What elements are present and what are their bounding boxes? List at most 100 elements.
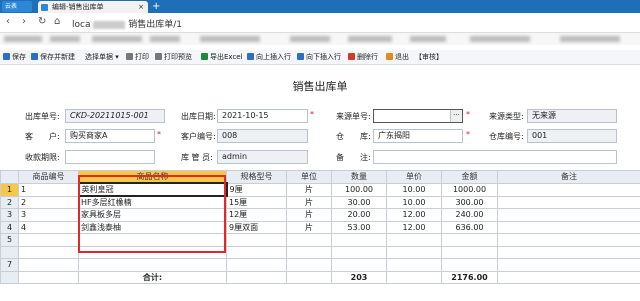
table-row[interactable]: 7: [0, 258, 640, 272]
cell-amount[interactable]: 1000.00: [441, 182, 498, 197]
cell-code[interactable]: [18, 258, 79, 272]
back-arrow-icon[interactable]: ‹: [6, 16, 10, 27]
cell-name[interactable]: 剑鑫浅泰柚: [78, 220, 227, 234]
warehouse-no-field[interactable]: 001: [527, 129, 617, 143]
cell-price[interactable]: [386, 258, 442, 272]
cell-remark[interactable]: [497, 245, 640, 259]
cell-qty[interactable]: 53.00: [331, 220, 387, 234]
tab-close-icon[interactable]: ×: [138, 1, 144, 13]
deadline-field[interactable]: [65, 150, 155, 164]
cell-remark[interactable]: [497, 220, 640, 234]
source-type-field[interactable]: 无来源: [527, 109, 617, 123]
cell-remark[interactable]: [497, 258, 640, 272]
cell-qty[interactable]: 20.00: [331, 208, 387, 222]
warehouse-field[interactable]: 广东揭阳: [373, 129, 463, 143]
cell-price[interactable]: 12.00: [386, 208, 442, 222]
col-header-price[interactable]: 单价: [386, 170, 442, 184]
cell-unit[interactable]: [286, 245, 332, 259]
select-document-dropdown[interactable]: 选择单据 ▾: [85, 52, 119, 63]
cell-amount[interactable]: [441, 245, 498, 259]
table-row[interactable]: 2 2 HF多层红橡楠 15厘 片 30.00 10.00 300.00: [0, 195, 640, 209]
cell-amount[interactable]: 300.00: [441, 195, 498, 209]
cell-code[interactable]: 4: [18, 220, 79, 234]
date-field[interactable]: 2021-10-15: [217, 109, 308, 123]
bookmark-item[interactable]: [290, 36, 330, 42]
cell-price[interactable]: [386, 245, 442, 259]
cell-price[interactable]: [386, 233, 442, 247]
cell-spec[interactable]: [226, 258, 287, 272]
doc-no-field[interactable]: CKD-20211015-001: [65, 109, 165, 123]
save-and-new-button[interactable]: 保存并新建: [31, 52, 75, 63]
table-row[interactable]: 1 1 英利皇冠 9厘 片 100.00 10.00 1000.00: [0, 182, 640, 197]
cell-unit[interactable]: 片: [286, 182, 332, 197]
app-logo[interactable]: 云表: [2, 1, 32, 12]
cell-remark[interactable]: [497, 195, 640, 209]
cell-name[interactable]: HF多层红橡楠: [78, 195, 227, 209]
cell-remark[interactable]: [497, 233, 640, 247]
cell-spec[interactable]: 12厘: [226, 208, 287, 222]
insert-row-above-button[interactable]: 向上插入行: [247, 52, 291, 63]
cell-qty[interactable]: [331, 258, 387, 272]
export-excel-button[interactable]: 导出Excel: [201, 52, 243, 63]
cell-amount[interactable]: 636.00: [441, 220, 498, 234]
cell-amount[interactable]: [441, 233, 498, 247]
col-header-name[interactable]: 商品名称: [78, 170, 227, 184]
cell-spec[interactable]: 9厘: [226, 182, 287, 197]
bookmark-item[interactable]: [560, 36, 620, 42]
home-icon[interactable]: ⌂: [54, 16, 60, 27]
cell-spec[interactable]: [226, 233, 287, 247]
col-header-remark[interactable]: 备注: [497, 170, 640, 184]
source-no-field[interactable]: ···: [373, 109, 463, 123]
cell-spec[interactable]: [226, 245, 287, 259]
cell-price[interactable]: 10.00: [386, 182, 442, 197]
reload-icon[interactable]: ↻: [38, 16, 46, 27]
cell-code[interactable]: 1: [18, 182, 79, 197]
cell-spec[interactable]: 9厘双面: [226, 220, 287, 234]
cell-price[interactable]: 12.00: [386, 220, 442, 234]
delete-row-button[interactable]: 删除行: [348, 52, 378, 63]
bookmark-item[interactable]: [50, 36, 80, 42]
cell-code[interactable]: 2: [18, 195, 79, 209]
cell-amount[interactable]: [441, 258, 498, 272]
cell-name[interactable]: 英利皇冠: [77, 182, 228, 197]
bookmark-item[interactable]: [150, 36, 180, 42]
browser-tab-active[interactable]: 编辑-销售出库单 ×: [38, 1, 148, 13]
table-row[interactable]: 3 3 家具板多层 12厘 片 20.00 12.00 240.00: [0, 208, 640, 222]
bookmark-item[interactable]: [470, 36, 530, 42]
bookmark-item[interactable]: [348, 36, 392, 42]
customer-no-field[interactable]: 008: [217, 129, 308, 143]
cell-qty[interactable]: [331, 233, 387, 247]
cell-code[interactable]: [18, 233, 79, 247]
bookmark-item[interactable]: [92, 36, 142, 42]
source-lookup-button[interactable]: ···: [450, 110, 462, 122]
cell-name[interactable]: [78, 233, 227, 247]
remark-field[interactable]: [373, 150, 617, 164]
cell-qty[interactable]: 100.00: [331, 182, 387, 197]
cell-qty[interactable]: [331, 245, 387, 259]
cell-code[interactable]: [18, 245, 79, 259]
cell-name[interactable]: [78, 245, 227, 259]
col-header-code[interactable]: 商品编号: [18, 170, 79, 184]
url-field[interactable]: loca 销售出库单/1: [72, 17, 182, 30]
forward-arrow-icon[interactable]: ›: [22, 16, 26, 27]
print-button[interactable]: 打印: [126, 52, 149, 63]
cell-unit[interactable]: [286, 233, 332, 247]
customer-field[interactable]: 购买商家A: [65, 129, 155, 143]
col-header-spec[interactable]: 规格型号: [226, 170, 287, 184]
new-tab-icon[interactable]: +: [152, 0, 160, 13]
cell-remark[interactable]: [497, 182, 640, 197]
table-row[interactable]: 5: [0, 233, 640, 247]
bookmark-item[interactable]: [4, 36, 42, 42]
cell-spec[interactable]: 15厘: [226, 195, 287, 209]
cell-code[interactable]: 3: [18, 208, 79, 222]
bookmark-item[interactable]: [410, 36, 446, 42]
table-row[interactable]: [0, 245, 640, 259]
cell-unit[interactable]: 片: [286, 208, 332, 222]
exit-button[interactable]: 退出: [386, 52, 409, 63]
cell-remark[interactable]: [497, 208, 640, 222]
col-header-unit[interactable]: 单位: [286, 170, 332, 184]
cell-unit[interactable]: 片: [286, 195, 332, 209]
cell-name[interactable]: 家具板多层: [78, 208, 227, 222]
cell-price[interactable]: 10.00: [386, 195, 442, 209]
bookmark-item[interactable]: [200, 36, 260, 42]
